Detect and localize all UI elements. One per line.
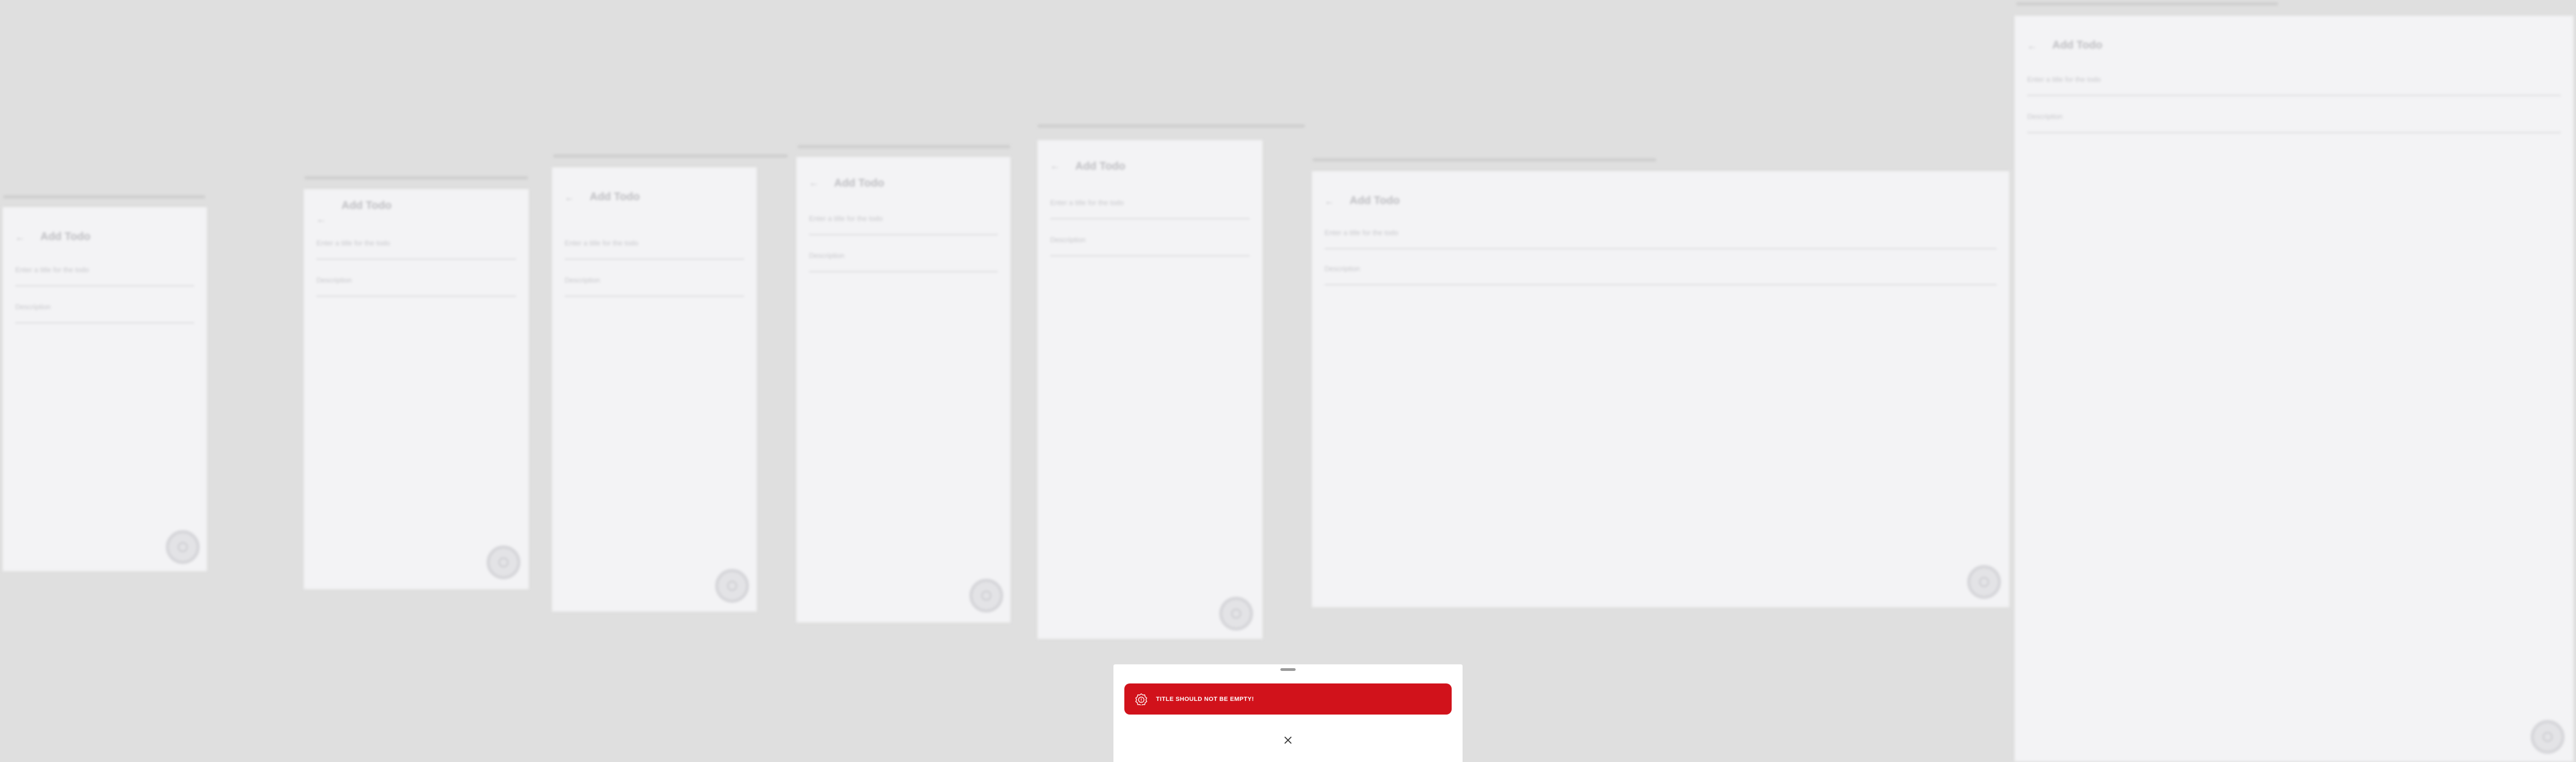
title-field-label: Enter a title for the todo	[1325, 229, 1399, 237]
description-field: Description	[565, 273, 744, 297]
sheet-drag-handle[interactable]	[1280, 668, 1296, 671]
title-field-label: Enter a title for the todo	[565, 239, 639, 247]
device-screen: ← Add Todo Enter a title for the todo De…	[1037, 140, 1263, 639]
description-field-label: Description	[565, 276, 601, 284]
device-screen: ← Add Todo Enter a title for the todo De…	[2014, 15, 2574, 762]
snackbar-message: TITLE SHOULD NOT BE EMPTY!	[1156, 695, 1254, 703]
description-field-label: Description	[809, 251, 845, 260]
back-arrow-icon: ←	[316, 214, 326, 225]
fab-button	[487, 545, 520, 579]
fab-button	[2531, 720, 2565, 754]
error-badge-icon	[1135, 693, 1147, 706]
screen-title: Add Todo	[1350, 195, 1400, 207]
fab-button	[969, 579, 1003, 613]
back-arrow-icon: ←	[809, 177, 819, 188]
device-caption	[1313, 158, 1656, 161]
device-screen: ← Add Todo Enter a title for the todo De…	[303, 189, 529, 590]
title-field: Enter a title for the todo	[809, 211, 998, 235]
fab-button	[166, 530, 200, 564]
description-field-label: Description	[2027, 112, 2063, 121]
device-screen: ← Add Todo Enter a title for the todo De…	[2, 207, 207, 572]
description-field: Description	[1050, 232, 1250, 256]
title-field: Enter a title for the todo	[565, 236, 744, 260]
back-arrow-icon: ←	[1325, 196, 1334, 207]
screen-title: Add Todo	[590, 191, 640, 203]
title-field-label: Enter a title for the todo	[15, 266, 89, 274]
description-field: Description	[1325, 261, 1997, 285]
device-caption	[3, 195, 205, 199]
title-field-label: Enter a title for the todo	[316, 239, 391, 247]
fab-button	[1219, 597, 1253, 631]
screen-title: Add Todo	[2052, 39, 2102, 51]
close-button[interactable]	[1282, 734, 1294, 746]
description-field-label: Description	[316, 276, 352, 284]
screen-title: Add Todo	[1075, 160, 1125, 172]
back-arrow-icon: ←	[565, 192, 574, 203]
title-field: Enter a title for the todo	[1325, 225, 1997, 249]
device-caption	[1038, 124, 1305, 128]
close-icon	[1284, 736, 1292, 744]
device-caption	[798, 145, 1010, 148]
title-field: Enter a title for the todo	[15, 262, 194, 286]
title-field-label: Enter a title for the todo	[809, 214, 883, 223]
device-caption	[2016, 2, 2278, 5]
background-screens: ← Add Todo Enter a title for the todo De…	[0, 0, 2576, 762]
title-field-label: Enter a title for the todo	[2027, 75, 2101, 83]
screen-title: Add Todo	[40, 231, 91, 243]
device-caption	[553, 154, 788, 158]
bottom-sheet: TITLE SHOULD NOT BE EMPTY!	[1113, 664, 1463, 762]
fab-button	[1967, 565, 2001, 599]
description-field: Description	[316, 273, 516, 297]
description-field-label: Description	[1050, 236, 1086, 244]
description-field: Description	[15, 299, 194, 323]
back-arrow-icon: ←	[1050, 160, 1060, 171]
title-field-label: Enter a title for the todo	[1050, 199, 1124, 207]
description-field-label: Description	[15, 303, 51, 311]
screen-title: Add Todo	[834, 177, 884, 189]
back-arrow-icon: ←	[2027, 40, 2037, 51]
back-arrow-icon: ←	[15, 232, 25, 243]
title-field: Enter a title for the todo	[316, 236, 516, 260]
title-field: Enter a title for the todo	[1050, 195, 1250, 219]
description-field: Description	[809, 248, 998, 272]
device-screen: ← Add Todo Enter a title for the todo De…	[1311, 171, 2010, 608]
title-field: Enter a title for the todo	[2027, 72, 2561, 96]
fab-button	[715, 569, 749, 603]
device-screen: ← Add Todo Enter a title for the todo De…	[796, 157, 1011, 623]
device-screen: ← Add Todo Enter a title for the todo De…	[552, 167, 757, 612]
screen-title: Add Todo	[342, 200, 392, 212]
description-field-label: Description	[1325, 265, 1361, 273]
device-caption	[304, 176, 528, 179]
description-field: Description	[2027, 109, 2561, 133]
error-snackbar: TITLE SHOULD NOT BE EMPTY!	[1124, 683, 1452, 715]
